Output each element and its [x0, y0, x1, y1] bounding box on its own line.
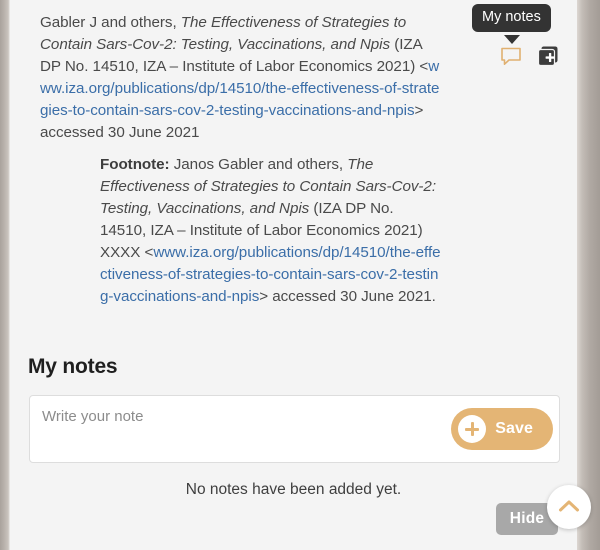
- footnote-authors: Janos Gabler and others,: [169, 156, 348, 173]
- save-note-button[interactable]: Save: [451, 408, 553, 450]
- speech-bubble-icon[interactable]: [500, 45, 522, 67]
- note-tools: My notes: [472, 2, 568, 74]
- page-root: Gabler J and others, The Effectiveness o…: [0, 0, 600, 550]
- save-button-label: Save: [495, 420, 533, 437]
- footnote-label: Footnote:: [100, 156, 170, 173]
- note-input[interactable]: [30, 396, 440, 462]
- my-notes-tooltip: My notes: [472, 4, 551, 32]
- scroll-to-top-button[interactable]: [547, 485, 591, 529]
- footnote-accessed: > accessed 30 June 2021.: [259, 288, 436, 305]
- footnote-text: Footnote: Janos Gabler and others, The E…: [100, 154, 442, 308]
- icon-row: [500, 45, 559, 67]
- plus-icon: [458, 415, 487, 443]
- citation-text: Gabler J and others, The Effectiveness o…: [40, 12, 440, 144]
- content-panel: Gabler J and others, The Effectiveness o…: [10, 0, 577, 550]
- my-notes-heading: My notes: [28, 355, 118, 378]
- add-to-collection-icon[interactable]: [537, 45, 559, 67]
- tooltip-arrow: [504, 35, 520, 44]
- citation-authors: Gabler J and others,: [40, 14, 181, 31]
- note-input-container: Save: [29, 395, 560, 463]
- empty-notes-message: No notes have been added yet.: [185, 481, 402, 498]
